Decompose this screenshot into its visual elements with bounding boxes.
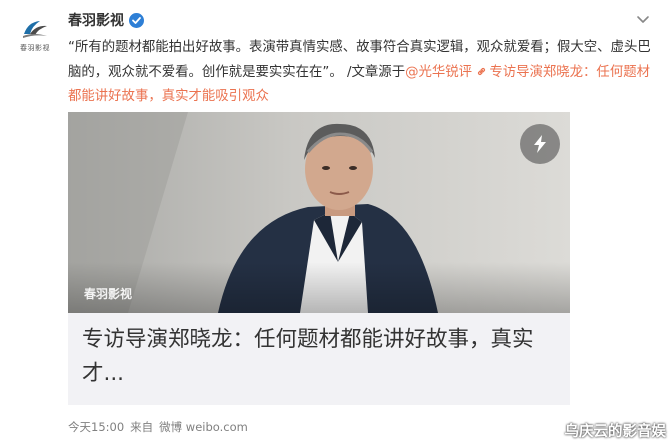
chevron-down-icon[interactable] — [636, 12, 650, 26]
post-source[interactable]: 微博 weibo.com — [159, 419, 248, 435]
post-time[interactable]: 今天15:00 — [68, 419, 124, 435]
post-text: “所有的题材都能拍出好故事。表演带真情实感、故事符合真实逻辑，观众就爱看；假大空… — [68, 36, 660, 110]
lightning-icon[interactable] — [520, 124, 560, 164]
verified-badge-icon — [129, 12, 144, 28]
image-watermark: 春羽影视 — [84, 287, 133, 301]
article-cover-image: 春羽影视 — [68, 112, 570, 313]
post-meta: 今天15:00 来自 微博 weibo.com — [68, 419, 248, 435]
article-card[interactable]: 春羽影视 专访导演郑晓龙：任何题材都能讲好故事，真实才... — [68, 112, 570, 405]
corner-watermark: 乌庆云的影音娱 — [564, 424, 667, 440]
avatar-label: 春羽影视 — [20, 43, 50, 52]
avatar[interactable]: 春羽影视 — [14, 14, 56, 56]
mention-link[interactable]: @光华锐评 — [405, 65, 472, 80]
logo-icon — [23, 20, 47, 38]
post-header: 春羽影视 — [68, 10, 144, 30]
post-source-prefix: 来自 — [130, 420, 154, 434]
username[interactable]: 春羽影视 — [68, 10, 124, 30]
article-title[interactable]: 专访导演郑晓龙：任何题材都能讲好故事，真实才... — [82, 323, 562, 391]
link-icon — [478, 67, 486, 75]
